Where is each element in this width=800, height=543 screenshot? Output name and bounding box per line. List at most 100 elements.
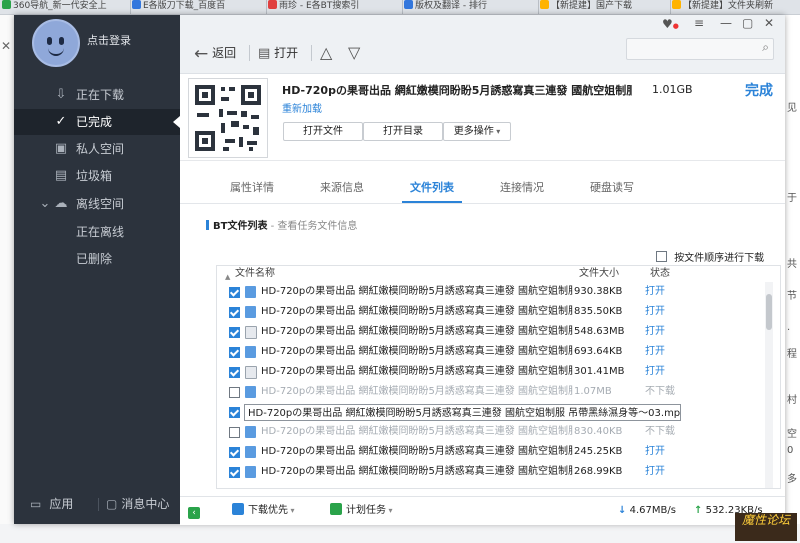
file-checkbox[interactable] <box>229 327 240 338</box>
browser-tab[interactable]: 版权及翻译 - 排行 <box>402 0 539 14</box>
file-name: HD-720pの果哥出品 網紅嫩模冏盼盼5月誘惑寫真三連發 國航空姐制服... <box>261 286 573 297</box>
file-list-header: ▲ 文件名称 文件大小 状态 <box>217 266 780 282</box>
sidebar-item-completed[interactable]: ✓ 已完成 <box>14 109 180 135</box>
video-file-icon <box>245 326 257 339</box>
video-file-icon <box>245 366 257 379</box>
download-speed: ↓ 4.67MB/s <box>618 505 676 516</box>
move-up-button[interactable]: △ <box>320 43 332 63</box>
sidebar-item-label: 已删除 <box>76 252 113 266</box>
file-size: 835.50KB <box>574 306 623 317</box>
tab-favicon-icon <box>2 0 11 9</box>
column-header-status[interactable]: 状态 <box>650 266 670 282</box>
search-icon[interactable]: ⌕ <box>762 40 769 55</box>
move-down-button[interactable]: ▽ <box>348 43 360 63</box>
file-status[interactable]: 打开 <box>645 442 665 462</box>
tab-connections[interactable]: 连接情况 <box>492 175 552 201</box>
close-icon[interactable]: ✕ <box>764 16 774 32</box>
sidebar-item-trash[interactable]: ▤ 垃圾箱 <box>14 163 180 189</box>
arrow-left-icon: ← <box>194 44 209 64</box>
download-priority-button[interactable]: 下载优先 ▾ <box>232 497 295 525</box>
column-header-name[interactable]: 文件名称 <box>235 266 275 282</box>
table-row[interactable]: HD-720pの果哥出品 網紅嫩模冏盼盼5月誘惑寫真三連發 國航空姐制服... 2… <box>217 462 765 482</box>
tab-properties[interactable]: 属性详情 <box>222 175 282 201</box>
heading-marker <box>206 220 209 230</box>
table-row[interactable]: HD-720pの果哥出品 網紅嫩模冏盼盼5月誘惑寫真三連發 國航空姐制服... 1… <box>217 382 765 402</box>
file-checkbox[interactable] <box>229 427 240 438</box>
scheduled-tasks-button[interactable]: 计划任务 ▾ <box>330 497 393 525</box>
file-checkbox[interactable] <box>229 447 240 458</box>
sequential-download-checkbox[interactable] <box>656 251 667 262</box>
back-button[interactable]: ← 返回 <box>194 43 236 64</box>
search-input[interactable]: ⌕ <box>626 38 774 60</box>
tab-source-info[interactable]: 来源信息 <box>312 175 372 201</box>
open-file-button[interactable]: 打开文件 <box>283 122 363 141</box>
apps-icon: ▭ <box>30 497 42 511</box>
file-name: HD-720pの果哥出品 網紅嫩模冏盼盼5月誘惑寫真三連發 國航空姐制服... <box>261 466 573 477</box>
collapse-sidebar-button[interactable]: ‹ <box>188 497 204 525</box>
file-checkbox[interactable] <box>229 347 240 358</box>
sidebar-item-label: 离线空间 <box>76 197 125 211</box>
file-checkbox[interactable] <box>229 387 240 398</box>
file-checkbox[interactable] <box>229 287 240 298</box>
file-checkbox[interactable] <box>229 407 240 418</box>
file-checkbox[interactable] <box>229 307 240 318</box>
avatar-eye <box>59 37 64 45</box>
file-status[interactable]: 打开 <box>645 462 665 482</box>
file-name: HD-720pの果哥出品 網紅嫩模冏盼盼5月誘惑寫真三連發 國航空姐制服... <box>261 386 573 397</box>
table-row[interactable]: HD-720pの果哥出品 網紅嫩模冏盼盼5月誘惑寫真三連發 國航空姐制服... 5… <box>217 322 765 342</box>
sidebar-item-label: 正在下载 <box>76 88 125 102</box>
sidebar-item-offline-space[interactable]: ⌄ ☁ 离线空间 <box>14 191 180 217</box>
login-link[interactable]: 点击登录 <box>87 32 131 48</box>
maximize-icon[interactable]: ▢ <box>742 16 753 32</box>
sidebar-item-offline-running[interactable]: 正在离线 <box>14 219 180 245</box>
table-row[interactable]: HD-720pの果哥出品 網紅嫩模冏盼盼5月誘惑寫真三連發 國航空姐制服... 2… <box>217 442 765 462</box>
caret-down-icon: ▾ <box>493 127 501 136</box>
file-size: 268.99KB <box>574 466 623 477</box>
table-row[interactable]: HD-720pの果哥出品 網紅嫩模冏盼盼5月誘惑寫真三連發 國航空姐制服... 3… <box>217 362 765 382</box>
minimize-icon[interactable]: — <box>720 16 732 32</box>
background-page-bottom <box>0 524 800 543</box>
tab-favicon-icon <box>268 0 277 9</box>
menu-icon[interactable]: ≡ <box>694 16 704 32</box>
apps-button[interactable]: ▭ 应用 <box>30 490 73 518</box>
open-directory-button[interactable]: 打开目录 <box>363 122 443 141</box>
message-center-button[interactable]: ▢ 消息中心 <box>106 490 169 518</box>
sidebar-item-label: 已完成 <box>76 115 113 129</box>
skin-icon[interactable]: ♥● <box>662 17 679 33</box>
reload-link[interactable]: 重新加载 <box>282 100 322 115</box>
scrollbar-thumb[interactable] <box>766 294 772 330</box>
more-actions-button[interactable]: 更多操作 ▾ <box>443 122 511 141</box>
column-header-size[interactable]: 文件大小 <box>579 266 619 282</box>
file-checkbox[interactable] <box>229 367 240 378</box>
file-status[interactable]: 打开 <box>645 322 665 342</box>
browser-tab[interactable]: 360导航_新一代安全上 <box>0 0 131 14</box>
avatar[interactable] <box>32 19 80 67</box>
file-status[interactable]: 打开 <box>645 362 665 382</box>
file-status[interactable]: 打开 <box>645 342 665 362</box>
table-row[interactable]: HD-720pの果哥出品 網紅嫩模冏盼盼5月誘惑寫真三連發 國航空姐制服... 8… <box>217 422 765 442</box>
file-list-heading: BT文件列表 - 查看任务文件信息 <box>206 217 357 232</box>
avatar-eye <box>47 37 52 45</box>
sequential-download-option[interactable]: 按文件顺序进行下载 <box>656 249 764 264</box>
sidebar-item-downloading[interactable]: ⇩ 正在下载 <box>14 82 180 108</box>
scrollbar[interactable] <box>765 282 773 488</box>
table-row[interactable]: HD-720pの果哥出品 網紅嫩模冏盼盼5月誘惑寫真三連發 國航空姐制服... 9… <box>217 282 765 302</box>
tab-disk-io[interactable]: 硬盘读写 <box>582 175 642 201</box>
tab-file-list[interactable]: 文件列表 <box>402 175 462 203</box>
file-list: ▲ 文件名称 文件大小 状态 HD-720pの果哥出品 網紅嫩模冏盼盼5月誘惑寫… <box>216 265 781 489</box>
background-page-left: ✕ <box>0 15 14 543</box>
file-status[interactable]: 打开 <box>645 302 665 322</box>
browser-tab[interactable]: 雨珍 - E各BT搜索引 <box>266 0 403 14</box>
file-checkbox[interactable] <box>229 467 240 478</box>
file-size: 301.41MB <box>574 366 625 377</box>
close-icon: ✕ <box>1 39 12 53</box>
file-status[interactable]: 打开 <box>645 282 665 302</box>
browser-tab[interactable]: E各版刀下载_百度百 <box>130 0 267 14</box>
browser-tab[interactable]: 【新提建】文件夹刷新 <box>670 0 800 14</box>
table-row[interactable]: HD-720pの果哥出品 網紅嫩模冏盼盼5月誘惑寫真三連發 國航空姐制服... 6… <box>217 342 765 362</box>
table-row[interactable]: HD-720pの果哥出品 網紅嫩模冏盼盼5月誘惑寫真三連發 國航空姐制服... 8… <box>217 302 765 322</box>
sidebar-item-deleted[interactable]: 已删除 <box>14 246 180 272</box>
sidebar-item-private-space[interactable]: ▣ 私人空间 <box>14 136 180 162</box>
browser-tab[interactable]: 【新提建】国产下载 <box>538 0 671 14</box>
open-button[interactable]: ▤ 打开 <box>258 43 298 63</box>
